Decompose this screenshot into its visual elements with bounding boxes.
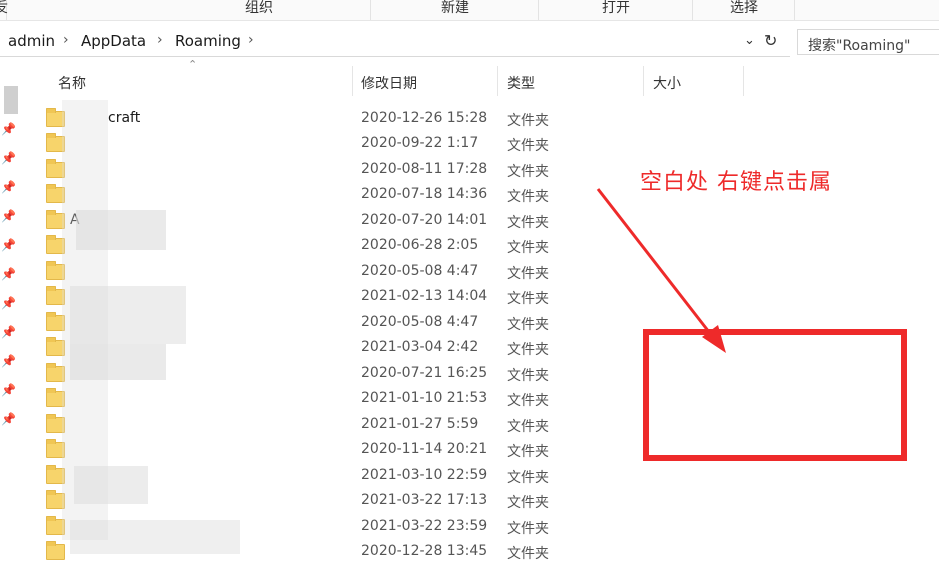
- pin-icon[interactable]: 📌: [1, 180, 16, 194]
- file-type: 文件夹: [507, 521, 549, 537]
- pin-icon[interactable]: 📌: [1, 354, 16, 368]
- modified-date: 2021-01-10 21:53: [361, 390, 488, 406]
- breadcrumb[interactable]: admin › AppData › Roaming ›: [0, 28, 790, 57]
- column-header-name[interactable]: 名称: [40, 62, 350, 96]
- chevron-right-icon[interactable]: ›: [63, 32, 69, 48]
- modified-date: 2021-01-27 5:59: [361, 416, 479, 432]
- file-type: 文件夹: [507, 189, 549, 205]
- file-type: 文件夹: [507, 138, 549, 154]
- file-type: 文件夹: [507, 215, 549, 231]
- modified-date: 2020-09-22 1:17: [361, 135, 479, 151]
- ribbon-group-label: 叐: [0, 0, 8, 20]
- search-input[interactable]: 搜索"Roaming": [797, 29, 939, 55]
- table-row[interactable]: 2020-09-22 1:17 文件夹: [40, 132, 600, 157]
- ribbon-group-select: 选择: [694, 0, 795, 20]
- annotation-highlight-box: [643, 329, 907, 461]
- modified-date: 2020-08-11 17:28: [361, 161, 488, 177]
- breadcrumb-appdata[interactable]: AppData: [81, 32, 146, 50]
- table-row[interactable]: 2020-08-11 17:28 文件夹: [40, 158, 600, 183]
- table-row[interactable]: 2020-07-18 14:36 文件夹: [40, 183, 600, 208]
- ribbon-group-organize: 组织: [148, 0, 371, 20]
- modified-date: 2021-03-22 17:13: [361, 492, 488, 508]
- file-type: 文件夹: [507, 240, 549, 256]
- file-type: 文件夹: [507, 546, 549, 562]
- pin-icon[interactable]: 📌: [1, 325, 16, 339]
- pin-icon[interactable]: 📌: [1, 209, 16, 223]
- privacy-mosaic: [70, 286, 186, 344]
- folder-icon: [46, 541, 65, 560]
- privacy-mosaic: [70, 520, 240, 554]
- column-header-size-label: 大小: [653, 76, 681, 92]
- modified-date: 2020-11-14 20:21: [361, 441, 488, 457]
- navigation-pane: 📌 📌 📌 📌 📌 📌 📌 📌 📌 📌 📌: [0, 58, 22, 563]
- file-type: 文件夹: [507, 113, 549, 129]
- table-row[interactable]: 2020-11-14 20:21 文件夹: [40, 438, 600, 463]
- modified-date: 2020-07-21 16:25: [361, 365, 488, 381]
- file-type: 文件夹: [507, 393, 549, 409]
- pin-icon[interactable]: 📌: [1, 238, 16, 252]
- address-row: admin › AppData › Roaming › ⌄ ↻ 搜索"Roami…: [0, 28, 939, 58]
- file-type: 文件夹: [507, 470, 549, 486]
- table-row[interactable]: craft 2020-12-26 15:28 文件夹: [40, 107, 600, 132]
- column-header-date[interactable]: 修改日期: [353, 62, 497, 96]
- modified-date: 2020-12-28 13:45: [361, 543, 488, 559]
- file-name: craft: [108, 110, 141, 126]
- privacy-mosaic: [70, 344, 166, 380]
- nav-selected-item[interactable]: [4, 86, 18, 114]
- modified-date: 2020-05-08 4:47: [361, 263, 479, 279]
- breadcrumb-roaming[interactable]: Roaming: [175, 32, 241, 50]
- pin-icon[interactable]: 📌: [1, 296, 16, 310]
- file-type: 文件夹: [507, 368, 549, 384]
- table-row[interactable]: 2020-05-08 4:47 文件夹: [40, 260, 600, 285]
- chevron-down-icon[interactable]: ⌄: [744, 33, 755, 48]
- file-type: 文件夹: [507, 342, 549, 358]
- modified-date: 2020-07-18 14:36: [361, 186, 488, 202]
- ribbon-group-new: 新建: [372, 0, 539, 20]
- file-type: 文件夹: [507, 419, 549, 435]
- chevron-right-icon[interactable]: ›: [157, 32, 163, 48]
- file-type: 文件夹: [507, 495, 549, 511]
- modified-date: 2020-07-20 14:01: [361, 212, 488, 228]
- refresh-icon[interactable]: ↻: [764, 31, 777, 50]
- ribbon: 叐 组织 新建 打开 选择: [0, 0, 939, 21]
- modified-date: 2021-02-13 14:04: [361, 288, 488, 304]
- column-divider[interactable]: [743, 66, 744, 96]
- modified-date: 2021-03-22 23:59: [361, 518, 488, 534]
- privacy-mosaic: [76, 210, 166, 250]
- file-type: 文件夹: [507, 317, 549, 333]
- modified-date: 2020-06-28 2:05: [361, 237, 479, 253]
- table-row[interactable]: 2021-01-10 21:53 文件夹: [40, 387, 600, 412]
- column-header-date-label: 修改日期: [361, 76, 417, 92]
- column-header-name-label: 名称: [58, 76, 86, 92]
- privacy-mosaic: [74, 466, 148, 504]
- modified-date: 2020-05-08 4:47: [361, 314, 479, 330]
- file-type: 文件夹: [507, 291, 549, 307]
- column-header-type[interactable]: 类型: [498, 62, 642, 96]
- column-header-type-label: 类型: [507, 76, 535, 92]
- chevron-right-icon[interactable]: ›: [248, 32, 254, 48]
- file-type: 文件夹: [507, 266, 549, 282]
- modified-date: 2020-12-26 15:28: [361, 110, 488, 126]
- modified-date: 2021-03-10 22:59: [361, 467, 488, 483]
- ribbon-group-open: 打开: [540, 0, 693, 20]
- modified-date: 2021-03-04 2:42: [361, 339, 479, 355]
- breadcrumb-admin[interactable]: admin: [8, 32, 55, 50]
- table-row[interactable]: 2021-01-27 5:59 文件夹: [40, 413, 600, 438]
- pin-icon[interactable]: 📌: [1, 383, 16, 397]
- file-type: 文件夹: [507, 164, 549, 180]
- column-header-size[interactable]: 大小: [644, 62, 742, 96]
- pin-icon[interactable]: 📌: [1, 122, 16, 136]
- pin-icon[interactable]: 📌: [1, 151, 16, 165]
- pin-icon[interactable]: 📌: [1, 412, 16, 426]
- file-type: 文件夹: [507, 444, 549, 460]
- pin-icon[interactable]: 📌: [1, 267, 16, 281]
